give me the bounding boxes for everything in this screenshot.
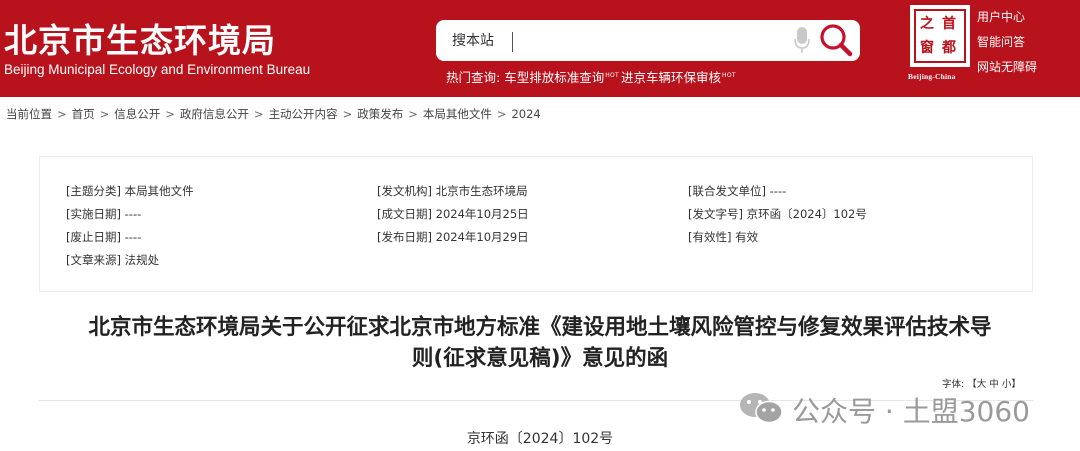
document-title-line: 北京市生态环境局关于公开征求北京市地方标准《建设用地土壤风险管控与修复效果评估技… — [88, 315, 992, 340]
smart-qa-link[interactable]: 智能问答 — [977, 30, 1037, 55]
hot-badge: HOT — [722, 71, 736, 79]
document-number: 京环函〔2024〕102号 — [466, 431, 614, 447]
site-header: 北京市生态环境局 Beijing Municipal Ecology and E… — [0, 0, 1080, 97]
breadcrumb-label: 当前位置 — [6, 107, 52, 121]
meta-issuer: [发文机构] 北京市生态环境局 — [377, 183, 528, 199]
meta-label: [成文日期] — [377, 207, 432, 221]
document-metadata-panel: [主题分类] 本局其他文件 [发文机构] 北京市生态环境局 [联合发文单位] -… — [39, 156, 1033, 292]
font-size-small-button[interactable]: 小 — [1002, 379, 1012, 390]
breadcrumb-other-docs[interactable]: 本局其他文件 — [423, 107, 492, 121]
breadcrumb-separator: > — [342, 107, 353, 121]
breadcrumb-home[interactable]: 首页 — [72, 107, 95, 121]
breadcrumb-year[interactable]: 2024 — [511, 107, 540, 121]
meta-label: [发文机构] — [377, 184, 432, 198]
document-title-line: 则(征求意见稿)》意见的函 — [411, 346, 669, 371]
meta-joint-issuer: [联合发文单位] ---- — [688, 183, 786, 199]
user-links: 用户中心 智能问答 网站无障碍 — [977, 5, 1037, 80]
hot-link-emission-standard[interactable]: 车型排放标准查询 — [504, 70, 604, 85]
meta-label: [发文字号] — [688, 207, 743, 221]
wechat-icon — [740, 393, 783, 424]
breadcrumb: 当前位置 > 首页 > 信息公开 > 政府信息公开 > 主动公开内容 > 政策发布 > 本局其他文件 >2… — [6, 106, 541, 122]
meta-validity: [有效性] 有效 — [688, 229, 758, 245]
breadcrumb-separator: > — [408, 107, 418, 121]
seal-char: 首 — [942, 16, 956, 32]
site-logo-en[interactable]: Beijing Municipal Ecology and Environmen… — [4, 62, 310, 77]
meta-label: [废止日期] — [66, 230, 121, 244]
search-input[interactable] — [452, 31, 792, 51]
seal-frame: 首 都 之 窗 — [914, 9, 966, 63]
hot-link-vehicle-review[interactable]: 进京车辆环保审核 — [621, 70, 721, 85]
font-size-control: 字体: 【大 中 小】 — [942, 376, 1021, 390]
meta-value: 京环函〔2024〕102号 — [746, 207, 867, 221]
meta-label: [文章来源] — [66, 253, 121, 267]
hot-badge: HOT — [605, 71, 620, 79]
document-title: 北京市生态环境局关于公开征求北京市地方标准《建设用地土壤风险管控与修复效果评估技… — [40, 312, 1040, 374]
meta-label: [实施日期] — [66, 207, 121, 221]
meta-source: [文章来源] 法规处 — [66, 252, 159, 268]
accessibility-link[interactable]: 网站无障碍 — [977, 55, 1037, 80]
meta-value: 有效 — [735, 230, 759, 244]
breadcrumb-gov-info[interactable]: 政府信息公开 — [180, 107, 249, 121]
watermark-text: 公众号 · 土盟3060 — [792, 395, 1030, 428]
user-center-link[interactable]: 用户中心 — [977, 5, 1037, 30]
meta-effective-date: [实施日期] ---- — [66, 206, 141, 222]
meta-repeal-date: [废止日期] ---- — [66, 229, 141, 245]
meta-value: 北京市生态环境局 — [435, 184, 528, 198]
font-size-label: 字体: — [942, 379, 965, 390]
font-size-bracket: 【 — [967, 379, 977, 390]
text-cursor — [512, 32, 513, 52]
font-size-large-button[interactable]: 大 — [977, 379, 987, 390]
meta-value: ---- — [769, 184, 787, 198]
seal-char: 窗 — [920, 40, 934, 56]
meta-value: ---- — [124, 207, 142, 221]
search-icon[interactable] — [818, 23, 854, 57]
breadcrumb-separator: > — [496, 107, 507, 121]
meta-value: 法规处 — [124, 253, 160, 267]
hot-search-label: 热门查询: — [446, 70, 501, 85]
seal-char: 之 — [920, 16, 934, 32]
breadcrumb-separator: > — [57, 107, 67, 121]
breadcrumb-separator: > — [253, 107, 264, 121]
capital-window-seal-logo[interactable]: 首 都 之 窗 — [910, 5, 970, 67]
meta-value: 本局其他文件 — [124, 184, 194, 198]
meta-value: 2024年10月25日 — [435, 207, 529, 221]
breadcrumb-active-disclosure[interactable]: 主动公开内容 — [269, 107, 338, 121]
hot-search: 热门查询: 车型排放标准查询HOT 进京车辆环保审核HOT — [446, 67, 738, 86]
font-size-bracket: 】 — [1011, 379, 1021, 390]
meta-doc-number: [发文字号] 京环函〔2024〕102号 — [688, 206, 867, 222]
meta-publish-date: [发布日期] 2024年10月29日 — [377, 229, 529, 245]
breadcrumb-policy-release[interactable]: 政策发布 — [357, 107, 403, 121]
font-size-medium-button[interactable]: 中 — [989, 379, 999, 390]
meta-value: ---- — [124, 230, 142, 244]
breadcrumb-separator: > — [99, 107, 110, 121]
site-logo-cn[interactable]: 北京市生态环境局 — [4, 14, 276, 62]
meta-label: [发布日期] — [377, 230, 432, 244]
meta-label: [有效性] — [688, 230, 732, 244]
seal-char: 都 — [942, 40, 956, 56]
meta-label: [主题分类] — [66, 184, 121, 198]
microphone-icon[interactable] — [794, 26, 810, 54]
meta-written-date: [成文日期] 2024年10月25日 — [377, 206, 529, 222]
breadcrumb-separator: > — [165, 107, 175, 121]
breadcrumb-info-disclosure[interactable]: 信息公开 — [114, 107, 160, 121]
seal-subtitle: Beijing-China — [908, 72, 956, 81]
meta-topic: [主题分类] 本局其他文件 — [66, 183, 194, 199]
meta-label: [联合发文单位] — [688, 184, 766, 198]
meta-value: 2024年10月29日 — [435, 230, 529, 244]
